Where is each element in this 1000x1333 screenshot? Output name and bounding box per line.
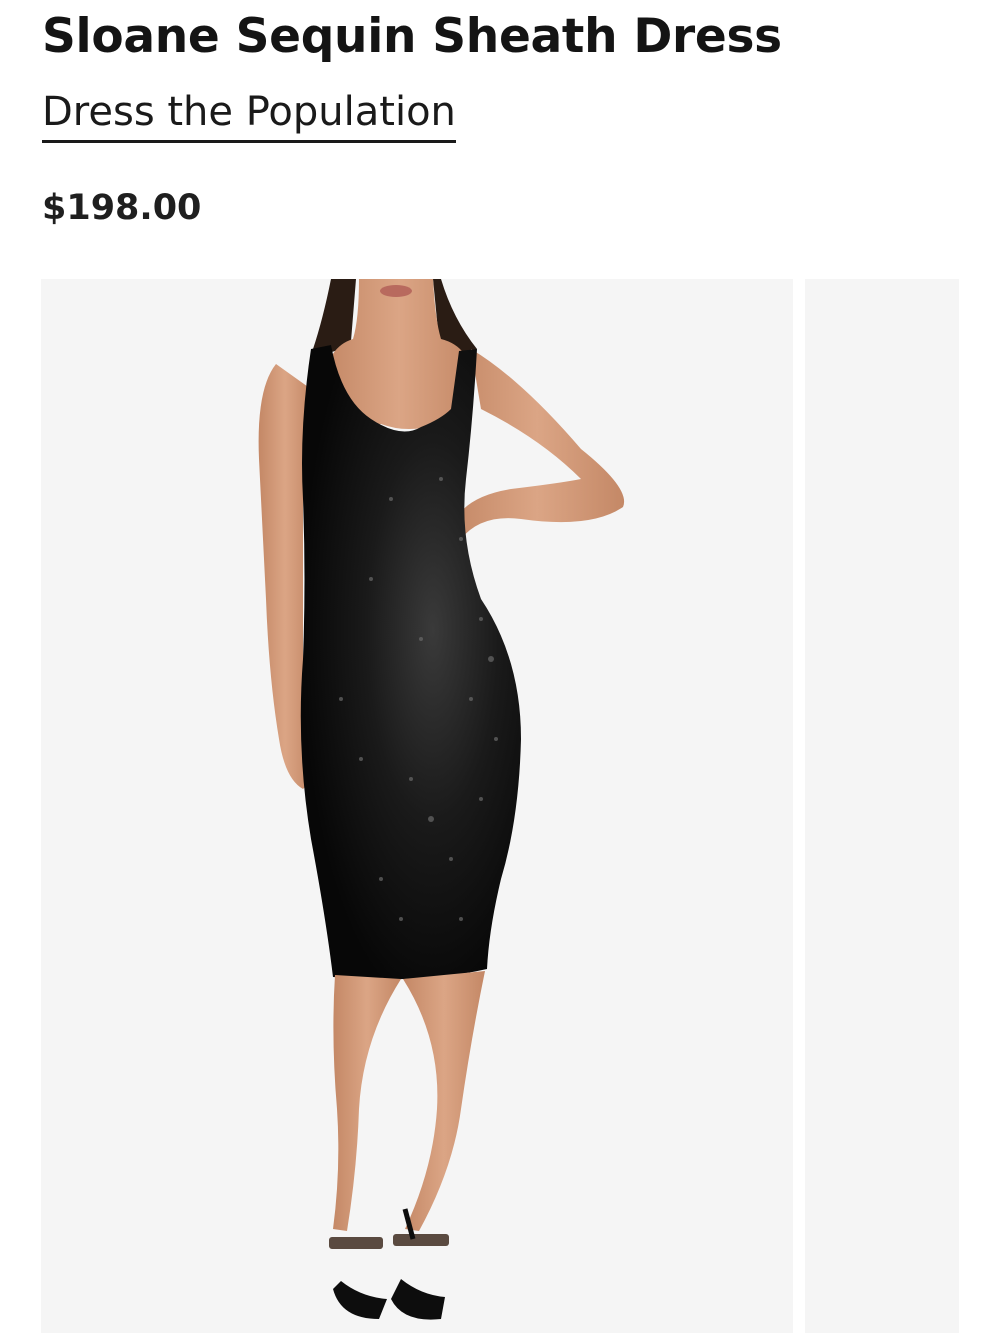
product-image-main[interactable] [41, 279, 793, 1333]
product-image-gallery[interactable] [41, 279, 1000, 1333]
model-in-dress-photo [258, 279, 625, 1320]
brand-link[interactable]: Dress the Population [42, 86, 456, 143]
product-price: $198.00 [42, 188, 202, 228]
product-page: Sloane Sequin Sheath Dress Dress the Pop… [0, 0, 1000, 1333]
product-title: Sloane Sequin Sheath Dress [42, 9, 782, 64]
product-image-next[interactable] [805, 279, 959, 1333]
